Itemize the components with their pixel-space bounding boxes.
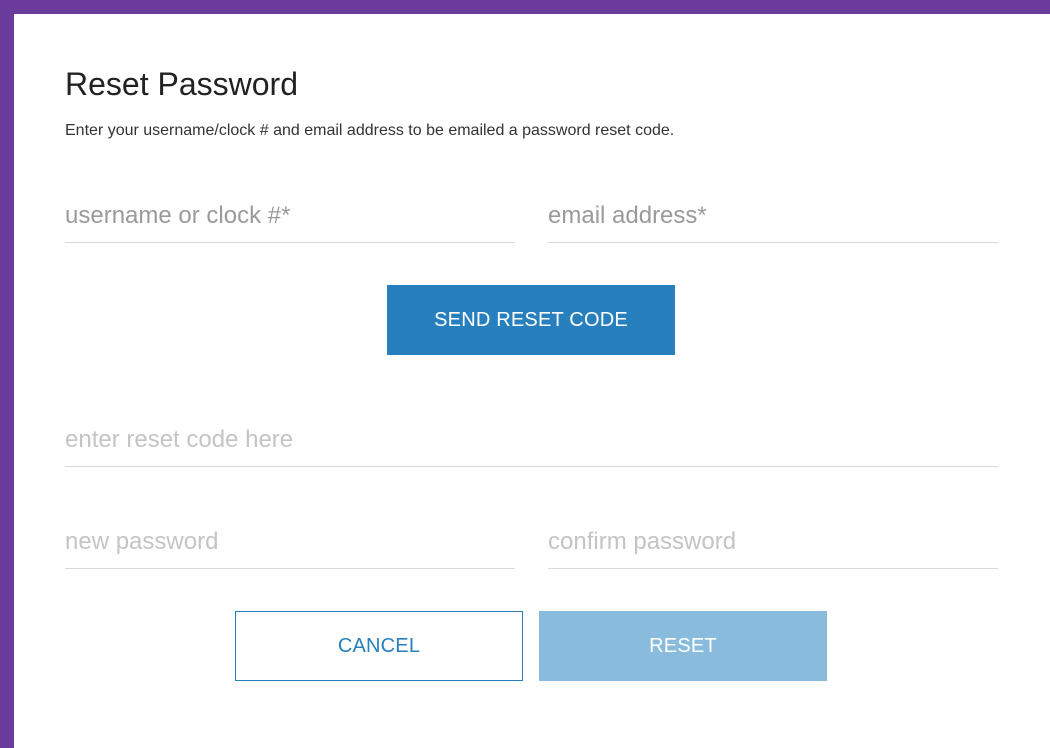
username-input[interactable] (65, 192, 515, 240)
new-password-field-wrapper (65, 518, 515, 569)
dialog-instructions: Enter your username/clock # and email ad… (65, 122, 675, 139)
reset-password-dialog: Reset Password Enter your username/clock… (14, 14, 1050, 748)
send-reset-code-button[interactable]: SEND RESET CODE (387, 285, 675, 355)
reset-code-field-wrapper (65, 416, 998, 467)
username-field-wrapper (65, 192, 515, 243)
reset-button[interactable]: RESET (539, 611, 827, 681)
dialog-frame: Reset Password Enter your username/clock… (0, 0, 1050, 748)
confirm-password-input[interactable] (548, 518, 998, 566)
cancel-button[interactable]: CANCEL (235, 611, 523, 681)
email-field-wrapper (548, 192, 998, 243)
confirm-password-field-wrapper (548, 518, 998, 569)
email-input[interactable] (548, 192, 998, 240)
new-password-input[interactable] (65, 518, 515, 566)
dialog-title: Reset Password (65, 66, 298, 102)
reset-code-input[interactable] (65, 416, 998, 464)
